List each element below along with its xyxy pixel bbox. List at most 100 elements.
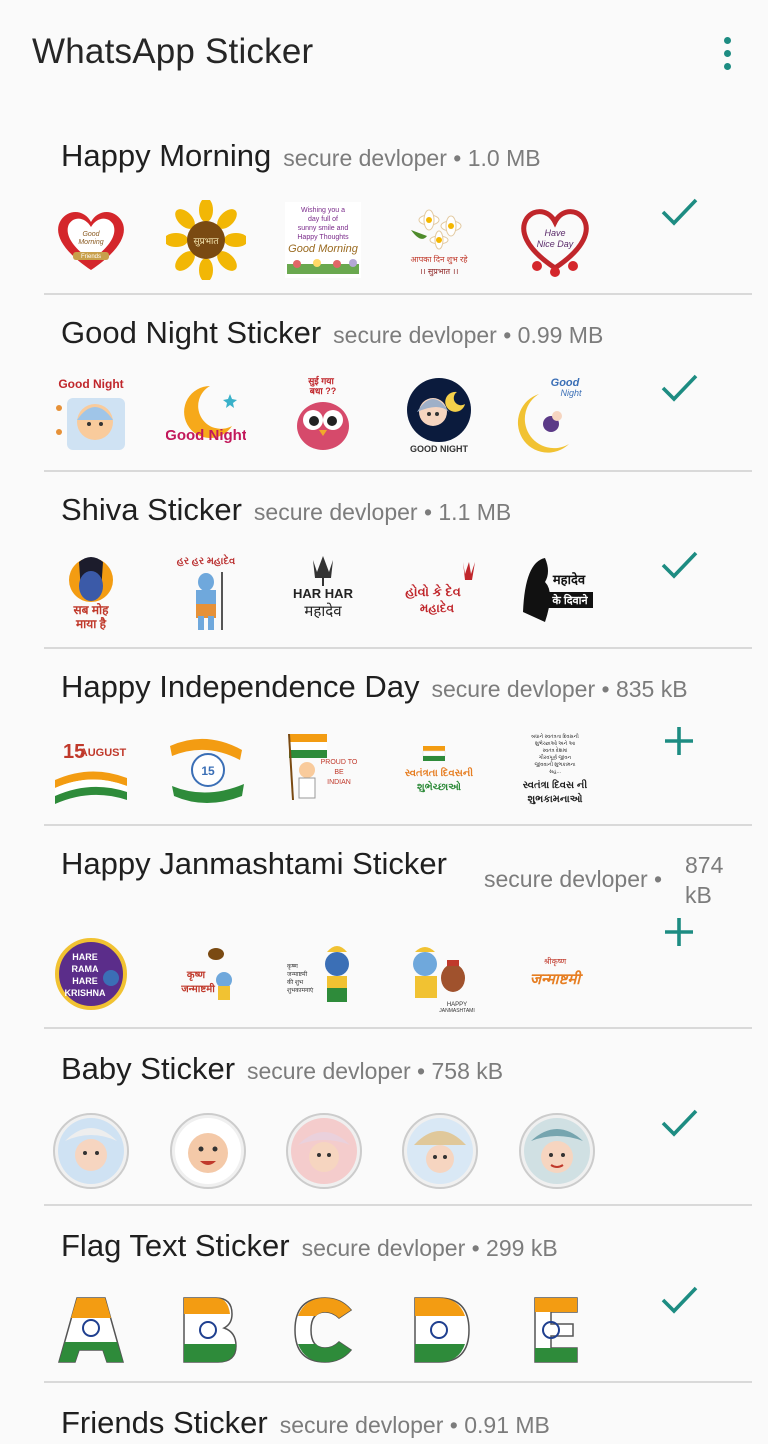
sticker-pack-row[interactable]: Good Night Sticker secure devloper • 0.99… [0, 295, 768, 472]
flag-letter-sticker[interactable] [283, 1290, 363, 1370]
pack-name: Baby Sticker [61, 1051, 236, 1086]
owl-sticker[interactable]: सुई गया बधा ?? [283, 374, 363, 454]
svg-text:JANMASHTAMI: JANMASHTAMI [439, 1008, 474, 1014]
krishna-wishes-sticker[interactable]: कृष्ण जन्माष्टमी की शुभ शुभकामनाएं [283, 934, 363, 1014]
added-check-icon[interactable] [656, 1276, 702, 1322]
added-check-icon[interactable] [656, 541, 702, 587]
sticker-pack-row[interactable]: Friends Sticker secure devloper • 0.91 MB [0, 1383, 768, 1444]
tricolor-15-sticker[interactable]: 15 [166, 730, 246, 810]
sticker-pack-row[interactable]: Baby Sticker secure devloper • 758 kB [0, 1029, 768, 1206]
pack-name: Flag Text Sticker [61, 1228, 290, 1263]
svg-text:સ્વતંત્રતા દિવસની: સ્વતંત્રતા દિવસની [405, 766, 473, 779]
svg-text:HAR HAR: HAR HAR [293, 586, 354, 601]
app-bar: WhatsApp Sticker [0, 0, 768, 108]
pack-meta: secure devloper • 758 kB [247, 1058, 504, 1084]
svg-text:Happy Thoughts: Happy Thoughts [297, 234, 349, 241]
krishna-text-sticker[interactable]: कृष्ण जन्माष्टमी [166, 934, 246, 1014]
add-plus-icon[interactable] [656, 909, 702, 955]
sticker-pack-row[interactable]: Flag Text Sticker secure devloper • 299 k… [0, 1206, 768, 1383]
baby-photo-sticker[interactable] [400, 1111, 480, 1191]
svg-text:महादेव: महादेव [552, 572, 586, 587]
svg-text:HARE: HARE [72, 952, 98, 962]
pack-name: Happy Morning [61, 138, 272, 173]
shiva-face-sticker[interactable]: सब मोह माया है [51, 552, 131, 632]
svg-text:शुभकामनाएं: शुभकामनाएं [287, 987, 314, 994]
janmashtami-title-sticker[interactable]: श्रीकृष्ण जन्माष्टमी [515, 934, 595, 1014]
svg-text:sunny smile and: sunny smile and [298, 225, 349, 232]
svg-text:શુભેચ્છાઓ અને આ: શુભેચ્છાઓ અને આ [535, 740, 576, 747]
svg-text:Nice Day: Nice Day [537, 239, 574, 249]
sticker-pack-row[interactable]: Shiva Sticker secure devloper • 1.1 MB सब… [0, 472, 768, 649]
har-har-mahadev-sticker[interactable]: HAR HAR महादेव [283, 552, 363, 632]
shiva-silhouette-sticker[interactable]: महादेव के दिवाने [515, 552, 595, 632]
baby-krishna-sticker[interactable]: HAPPY JANMASHTAMI [399, 934, 479, 1014]
svg-text:શુભકામનાઓ: શુભકામનાઓ [528, 791, 583, 805]
svg-text:के दिवाने: के दिवाने [551, 593, 588, 607]
svg-text:સ્વતંત્રા દિવસ ની: સ્વતંત્રા દિવસ ની [523, 778, 588, 791]
pack-name: Friends Sticker [61, 1405, 268, 1440]
trishul-text-sticker[interactable]: હોવો કે દેવ મહાદેવ [399, 552, 479, 632]
pack-name: Happy Independence Day [61, 669, 420, 704]
baby-good-night-sticker[interactable]: Good Night [51, 374, 131, 454]
svg-text:GOOD NIGHT: GOOD NIGHT [410, 444, 469, 454]
baby-photo-sticker[interactable] [517, 1111, 597, 1191]
masha-good-night-sticker[interactable]: GOOD NIGHT [399, 374, 479, 454]
proud-indian-sticker[interactable]: PROUD TO BE INDIAN [283, 730, 363, 810]
added-check-icon[interactable] [656, 188, 702, 234]
added-check-icon[interactable] [656, 364, 702, 410]
pack-meta: secure devloper • 835 kB [431, 676, 688, 702]
heart-nice-day-sticker[interactable]: Have Nice Day [515, 200, 595, 280]
svg-text:બધાને સ્વતંત્રતા દિવસની: બધાને સ્વતંત્રતા દિવસની [531, 733, 579, 740]
gujarati-text-sticker[interactable]: બધાને સ્વતંત્રતા દિવસની શુભેચ્છાઓ અને આ સ્… [515, 730, 595, 810]
sunflower-sticker[interactable]: सुप्रभात [166, 200, 246, 280]
pack-name: Shiva Sticker [61, 492, 242, 527]
svg-text:સહ...: સહ... [549, 769, 561, 775]
svg-text:શુભેચ્છાઓ: શુભેચ્છાઓ [417, 779, 461, 793]
svg-text:Wishing you a: Wishing you a [301, 207, 345, 214]
flag-letter-sticker[interactable] [51, 1290, 131, 1370]
sticker-pack-row[interactable]: Happy Independence Day secure devloper • … [0, 649, 768, 826]
svg-text:હોવો કે દેવ: હોવો કે દેવ [405, 582, 461, 599]
swatantrata-sticker[interactable]: સ્વતંત્રતા દિવસની શુભેચ્છાઓ [399, 730, 479, 810]
hare-krishna-sticker[interactable]: HARE RAMA HARE KRISHNA [51, 934, 131, 1014]
svg-text:Morning: Morning [78, 239, 103, 246]
baby-photo-sticker[interactable] [168, 1111, 248, 1191]
add-plus-icon[interactable] [656, 718, 702, 764]
moon-good-night-sticker[interactable]: Good Night [166, 374, 246, 454]
svg-text:बधा ??: बधा ?? [309, 386, 337, 396]
svg-text:RAMA: RAMA [72, 964, 99, 974]
svg-text:महादेव: महादेव [304, 602, 342, 620]
moon-fairy-sticker[interactable]: Good Night [515, 374, 595, 454]
flag-letter-sticker[interactable] [166, 1290, 246, 1370]
pack-meta-size: 874 [685, 852, 724, 878]
svg-text:सब मोह: सब मोह [73, 603, 110, 617]
pack-meta: secure devloper • 0.99 MB [333, 322, 604, 348]
svg-text:HARE: HARE [72, 976, 98, 986]
flag-letter-sticker[interactable] [399, 1290, 479, 1370]
svg-text:माया है: माया है [75, 617, 107, 631]
baby-photo-sticker[interactable] [284, 1111, 364, 1191]
wishing-text-sticker[interactable]: Wishing you a day full of sunny smile and H… [283, 200, 363, 280]
flowers-sticker[interactable]: आपका दिन शुभ रहे ।। सुप्रभात ।। [399, 200, 479, 280]
sticker-pack-row[interactable]: Happy Morning secure devloper • 1.0 MB Go… [0, 108, 768, 296]
sticker-pack-row[interactable]: Happy Janmashtami Sticker secure devlope… [0, 826, 768, 1029]
pack-meta: secure devloper • 0.91 MB [279, 1412, 550, 1438]
svg-text:कृष्ण: कृष्ण [186, 970, 206, 981]
svg-text:day full of: day full of [308, 216, 338, 223]
heart-good-morning-sticker[interactable]: Good Morning Friends [51, 200, 131, 280]
svg-text:ગૌરવપૂર્ણ જીવન: ગૌરવપૂર્ણ જીવન [539, 754, 572, 761]
overflow-menu-icon[interactable] [714, 34, 740, 74]
svg-text:Night: Night [560, 388, 582, 398]
shiva-standing-sticker[interactable]: હર હર મહાદેવ [166, 552, 246, 632]
pack-meta: secure devloper • 1.1 MB [253, 499, 512, 525]
svg-text:હર હર મહાદેવ: હર હર મહાદેવ [177, 552, 236, 567]
15-august-sticker[interactable]: 15 AUGUST [51, 730, 131, 810]
added-check-icon[interactable] [656, 1099, 702, 1145]
svg-text:जन्माष्टमी: जन्माष्टमी [530, 970, 583, 988]
pack-meta: secure devloper • 1.0 MB [283, 145, 541, 171]
app-title: WhatsApp Sticker [32, 32, 314, 71]
baby-photo-sticker[interactable] [51, 1111, 131, 1191]
svg-text:INDIAN: INDIAN [327, 779, 351, 786]
flag-letter-sticker[interactable] [515, 1290, 595, 1370]
pack-meta: secure devloper • 299 kB [301, 1235, 558, 1261]
